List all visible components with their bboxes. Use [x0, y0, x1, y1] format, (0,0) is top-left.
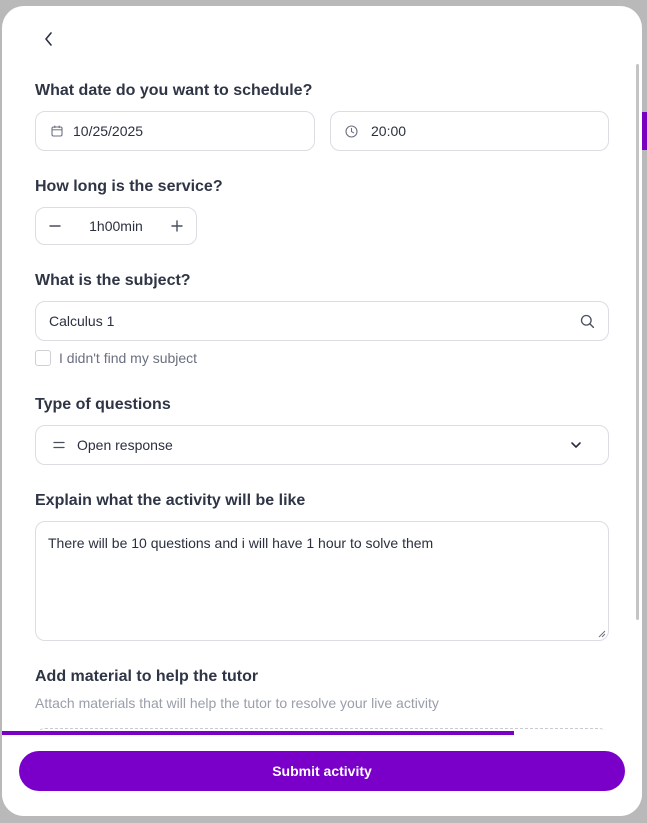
back-button[interactable] [35, 24, 63, 54]
subject-value: Calculus 1 [49, 313, 115, 329]
scrollbar[interactable] [636, 64, 640, 624]
subject-not-found-option[interactable]: I didn't find my subject [35, 350, 197, 366]
time-value: 20:00 [371, 123, 407, 139]
increment-button[interactable] [169, 218, 185, 234]
material-question: Add material to help the tutor [35, 668, 259, 685]
calendar-icon [50, 125, 64, 137]
subject-search-input[interactable]: Calculus 1 [35, 301, 609, 341]
activity-description-textarea[interactable]: There will be 10 questions and i will ha… [35, 521, 609, 641]
chevron-left-icon [45, 32, 52, 46]
submit-activity-button[interactable]: Submit activity [19, 751, 625, 791]
progress-bar-fill [2, 731, 514, 735]
duration-value: 1h00min [89, 218, 143, 234]
schedule-question: What date do you want to schedule? [35, 82, 313, 99]
question-type-question: Type of questions [35, 396, 171, 413]
duration-question: How long is the service? [35, 178, 223, 195]
question-type-select[interactable]: Open response [35, 425, 609, 465]
decrement-button[interactable] [47, 218, 63, 234]
subject-not-found-label: I didn't find my subject [59, 350, 198, 366]
date-field[interactable]: 10/25/2025 [35, 111, 315, 151]
date-value: 10/25/2025 [73, 123, 144, 139]
question-type-value: Open response [77, 437, 173, 453]
chevron-down-icon [569, 441, 583, 449]
subject-not-found-checkbox[interactable] [35, 350, 51, 366]
clock-icon [344, 124, 358, 138]
schedule-activity-modal: What date do you want to schedule? 10/25… [2, 6, 642, 816]
duration-stepper[interactable]: 1h00min [35, 207, 197, 245]
resize-handle-icon[interactable] [598, 630, 606, 638]
plus-icon [171, 220, 183, 232]
material-subtitle: Attach materials that will help the tuto… [35, 695, 439, 711]
search-icon[interactable] [580, 314, 595, 329]
time-field[interactable]: 20:00 [330, 111, 609, 151]
scrollbar-thumb[interactable] [636, 64, 639, 620]
activity-question: Explain what the activity will be like [35, 492, 306, 509]
subject-question: What is the subject? [35, 272, 191, 289]
activity-description-value: There will be 10 questions and i will ha… [48, 535, 434, 551]
equals-icon [52, 440, 66, 450]
minus-icon [49, 225, 61, 227]
progress-bar [2, 731, 642, 735]
